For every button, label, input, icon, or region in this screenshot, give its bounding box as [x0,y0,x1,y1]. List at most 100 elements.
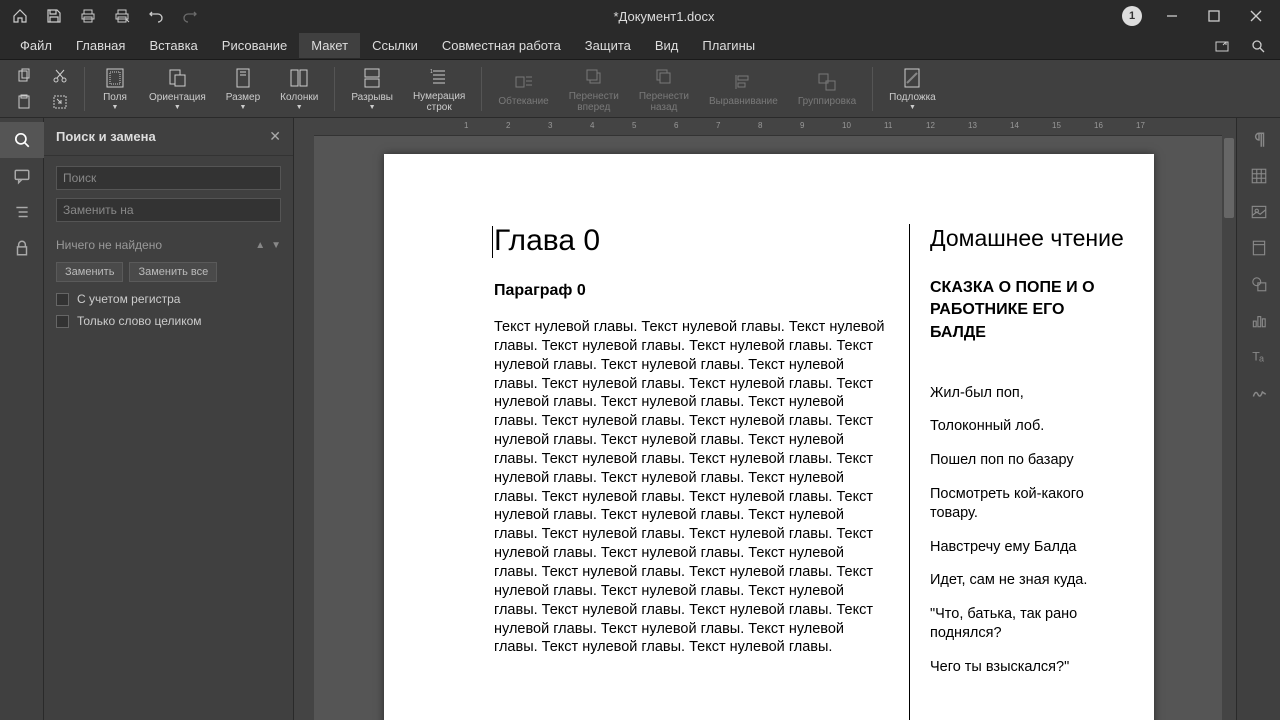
poem-line: Толоконный лоб. [930,417,1124,437]
ruler-tick: 5 [632,121,636,130]
horizontal-ruler[interactable]: 1234567891011121314151617 [314,118,1222,136]
ruler-tick: 15 [1052,121,1061,130]
replace-input[interactable] [56,198,281,222]
search-close-button[interactable]: ✕ [269,128,281,145]
text-art-button[interactable]: Ta [1237,338,1280,374]
image-settings-button[interactable] [1237,194,1280,230]
titlebar-right: 1 [1122,2,1276,30]
side-subtitle: СКАЗКА О ПОПЕ И О РАБОТНИКЕ ЕГО БАЛДЕ [930,277,1124,344]
menu-макет[interactable]: Макет [299,33,360,58]
replace-button[interactable]: Заменить [56,262,123,282]
poem-line: Навстречу ему Балда [930,538,1124,558]
ruler-tick: 13 [968,121,977,130]
poem-line: Жил-был поп, [930,384,1124,404]
cut-button[interactable] [48,65,72,87]
wrapping-button: Обтекание [490,63,556,115]
lock-tab[interactable] [0,230,44,266]
chevron-down-icon: ▼ [112,104,119,111]
size-button[interactable]: Размер ▼ [218,63,268,115]
copy-button[interactable] [12,65,36,87]
match-case-label: С учетом регистра [77,292,180,306]
menubar: ФайлГлавнаяВставкаРисованиеМакетСсылкиСо… [0,32,1280,60]
select-all-button[interactable] [48,91,72,113]
body-text: Текст нулевой главы. Текст нулевой главы… [494,318,889,657]
ruler-tick: 4 [590,121,594,130]
undo-button[interactable] [140,2,172,30]
line-numbers-button[interactable]: 1 Нумерация строк [405,63,473,115]
menu-файл[interactable]: Файл [8,33,64,58]
search-next-button[interactable]: ▼ [271,240,281,251]
search-panel-title: Поиск и замена [56,129,156,144]
menu-вставка[interactable]: Вставка [137,33,209,58]
menu-рисование[interactable]: Рисование [210,33,299,58]
quick-print-button[interactable] [106,2,138,30]
breaks-icon [361,66,383,90]
wrapping-icon [513,70,535,94]
poem-line: Пошел поп по базару [930,451,1124,471]
headings-tab[interactable] [0,194,44,230]
search-tab[interactable] [0,122,44,158]
menu-главная[interactable]: Главная [64,33,137,58]
whole-word-checkbox[interactable] [56,315,69,328]
send-backward-button: Перенести назад [631,63,697,115]
svg-text:a: a [1259,354,1264,364]
comments-tab[interactable] [0,158,44,194]
right-sidebar: Ta [1236,118,1280,720]
menu-плагины[interactable]: Плагины [690,33,767,58]
ruler-tick: 12 [926,121,935,130]
user-badge[interactable]: 1 [1122,6,1142,26]
maximize-button[interactable] [1194,2,1234,30]
poem-line: Идет, сам не зная куда. [930,571,1124,591]
home-button[interactable] [4,2,36,30]
redo-button[interactable] [174,2,206,30]
find-input[interactable] [56,166,281,190]
chevron-down-icon: ▼ [369,104,376,111]
ruler-tick: 9 [800,121,804,130]
signature-button[interactable] [1237,374,1280,410]
chevron-down-icon: ▼ [296,104,303,111]
search-prev-button[interactable]: ▲ [255,240,265,251]
svg-text:1: 1 [430,69,433,75]
orientation-button[interactable]: Ориентация ▼ [141,63,214,115]
find-button[interactable] [1244,34,1272,58]
poem-line: Посмотреть кой-какого товару. [930,485,1124,524]
margins-button[interactable]: Поля ▼ [93,63,137,115]
chapter-heading: Глава 0 [494,224,889,258]
shape-settings-button[interactable] [1237,266,1280,302]
table-settings-button[interactable] [1237,158,1280,194]
replace-all-button[interactable]: Заменить все [129,262,217,282]
ruler-tick: 16 [1094,121,1103,130]
watermark-button[interactable]: Подложка ▼ [881,63,944,115]
paragraph-settings-button[interactable] [1237,122,1280,158]
breaks-button[interactable]: Разрывы ▼ [343,63,401,115]
send-backward-icon [653,65,675,89]
columns-icon [288,66,310,90]
bring-forward-button: Перенести вперед [561,63,627,115]
menu-вид[interactable]: Вид [643,33,691,58]
menu-совместная работа[interactable]: Совместная работа [430,33,573,58]
vertical-scrollbar[interactable] [1222,118,1236,720]
vertical-ruler[interactable] [294,118,314,720]
match-case-checkbox[interactable] [56,293,69,306]
menu-защита[interactable]: Защита [573,33,643,58]
document-page[interactable]: Глава 0 Параграф 0 Текст нулевой главы. … [384,154,1154,720]
menubar-right [1208,34,1272,58]
scroll-thumb[interactable] [1224,138,1234,218]
menu-ссылки[interactable]: Ссылки [360,33,430,58]
chart-settings-button[interactable] [1237,302,1280,338]
close-button[interactable] [1236,2,1276,30]
minimize-button[interactable] [1152,2,1192,30]
columns-button[interactable]: Колонки ▼ [272,63,326,115]
side-title: Домашнее чтение [930,224,1124,253]
paste-button[interactable] [12,91,36,113]
header-footer-button[interactable] [1237,230,1280,266]
open-location-button[interactable] [1208,34,1236,58]
main-area: Поиск и замена ✕ Ничего не найдено ▲ ▼ З… [0,118,1280,720]
margins-icon [104,66,126,90]
ruler-tick: 7 [716,121,720,130]
print-button[interactable] [72,2,104,30]
orientation-icon [166,66,188,90]
save-button[interactable] [38,2,70,30]
line-numbers-icon: 1 [428,65,450,89]
group-button: Группировка [790,63,864,115]
